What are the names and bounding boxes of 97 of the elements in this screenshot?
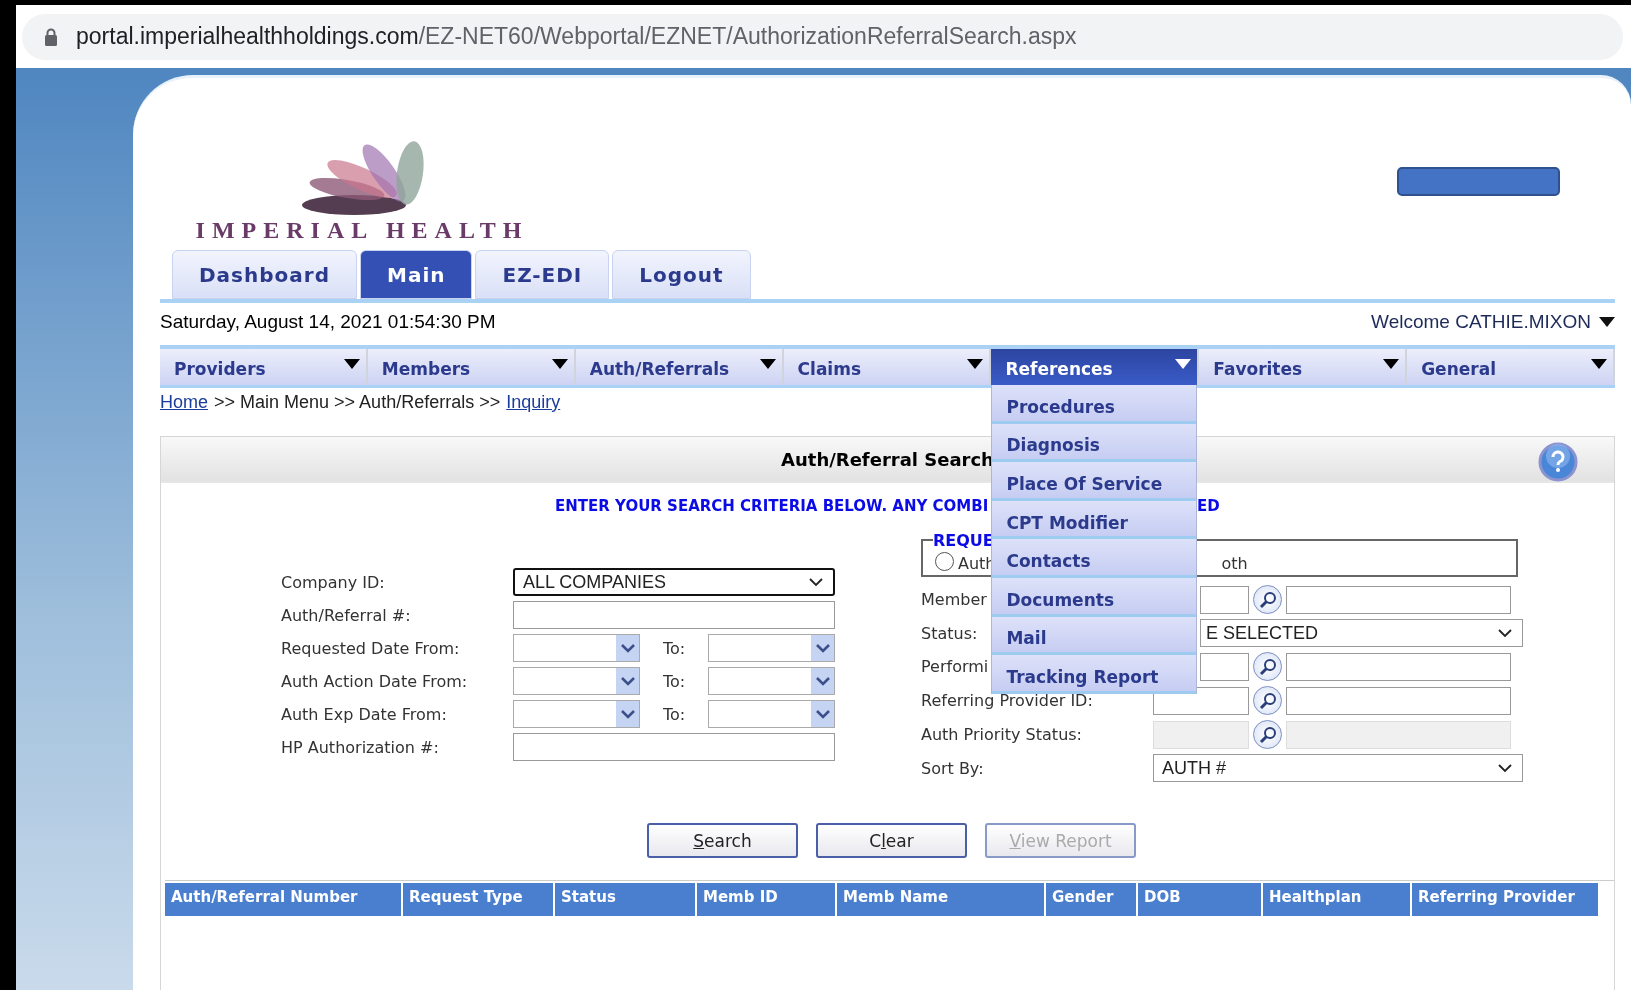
dropdown-item[interactable]: Tracking Report — [992, 655, 1197, 694]
breadcrumb-text: >> Main Menu >> Auth/Referrals >> — [214, 392, 501, 414]
dropdown-item[interactable]: Diagnosis — [992, 423, 1197, 463]
company-select[interactable]: ALL COMPANIES — [513, 568, 835, 596]
input-field[interactable] — [513, 601, 835, 629]
column-header: Memb Name — [837, 883, 1044, 916]
menu-item[interactable]: Members — [367, 349, 574, 385]
action-button[interactable]: Search — [647, 823, 798, 858]
caret-icon — [1599, 317, 1615, 327]
field-label: Requested Date From: — [281, 638, 460, 658]
field-label: Auth Action Date From: — [281, 671, 468, 691]
chevron-down-icon[interactable] — [616, 701, 639, 727]
column-header: Request Type — [403, 883, 553, 916]
field-label: To: — [661, 704, 687, 724]
date-field[interactable] — [708, 667, 835, 695]
caret-icon — [1591, 359, 1607, 369]
search-icon[interactable] — [1253, 585, 1282, 614]
dropdown-select[interactable]: E SELECTED — [1200, 619, 1523, 647]
dropdown-item[interactable]: Contacts — [992, 539, 1197, 578]
caret-icon — [1175, 359, 1192, 369]
dropdown-item[interactable]: Procedures — [992, 385, 1197, 424]
menu-item[interactable]: Auth/Referrals — [575, 349, 782, 385]
column-header: Referring Provider — [1412, 883, 1598, 916]
chevron-down-icon[interactable] — [616, 635, 639, 661]
column-header: Auth/Referral Number — [165, 883, 401, 916]
date-time: Saturday, August 14, 2021 01:54:30 PM — [160, 311, 496, 333]
menu-item[interactable]: Providers — [160, 349, 366, 385]
search-icon[interactable] — [1253, 720, 1282, 749]
caret-icon — [1383, 359, 1400, 369]
dropdown-item[interactable]: Documents — [992, 577, 1197, 617]
instruction-text: ED — [1197, 497, 1220, 517]
column-header: DOB — [1138, 883, 1261, 916]
field-label: Status: — [921, 623, 978, 643]
field-label: To: — [661, 638, 687, 658]
column-header: Healthplan — [1263, 883, 1410, 916]
column-header: Memb ID — [697, 883, 835, 916]
panel-title: Auth/Referral Search — [781, 448, 994, 470]
input-field[interactable] — [513, 733, 835, 761]
dropdown-select[interactable]: AUTH # — [1153, 754, 1523, 782]
name-field[interactable] — [1286, 585, 1511, 614]
lock-icon — [44, 27, 58, 46]
menu-item[interactable]: Claims — [783, 349, 990, 385]
blank-button[interactable] — [1397, 167, 1560, 196]
field-label: Referring Provider ID: — [921, 691, 1093, 710]
field-label: Auth Exp Date From: — [281, 704, 447, 724]
field-label: Auth/Referral #: — [281, 605, 411, 625]
column-header: Gender — [1046, 883, 1136, 916]
action-button[interactable]: Clear — [816, 823, 967, 858]
chevron-down-icon — [809, 577, 823, 587]
field-label: To: — [661, 671, 687, 691]
id-field[interactable] — [1200, 652, 1249, 681]
id-field[interactable] — [1200, 585, 1249, 614]
search-icon[interactable] — [1253, 652, 1282, 681]
chevron-down-icon — [1498, 628, 1512, 638]
field-label: HP Authorization #: — [281, 737, 439, 757]
search-icon[interactable] — [1253, 686, 1282, 715]
dropdown-item[interactable]: CPT Modifier — [992, 500, 1197, 540]
nav-tab[interactable]: Main — [360, 250, 473, 299]
date-field[interactable] — [513, 700, 640, 728]
chevron-down-icon[interactable] — [811, 668, 834, 694]
welcome-menu[interactable]: Welcome CATHIE.MIXON — [1371, 311, 1615, 333]
group-legend: REQUE — [933, 531, 994, 550]
caret-icon — [759, 359, 776, 369]
help-icon[interactable] — [1538, 442, 1578, 482]
field-label: Auth Priority Status: — [921, 725, 1082, 744]
field-label: Sort By: — [921, 758, 984, 778]
date-field[interactable] — [708, 700, 835, 728]
caret-icon — [967, 359, 984, 369]
breadcrumb-link[interactable]: Inquiry — [506, 392, 561, 436]
menu-item[interactable]: General — [1407, 349, 1613, 385]
radio-button[interactable] — [935, 551, 954, 571]
chevron-down-icon — [1498, 763, 1512, 773]
chevron-down-icon[interactable] — [811, 701, 834, 727]
chevron-down-icon[interactable] — [616, 668, 639, 694]
dropdown-item[interactable]: Mail — [992, 616, 1197, 656]
logo-text: IMPERIAL HEALTH — [195, 217, 529, 244]
column-header: Status — [555, 883, 695, 916]
nav-tab[interactable]: Logout — [612, 250, 751, 299]
dropdown-item[interactable]: Place Of Service — [992, 462, 1197, 501]
name-field[interactable] — [1286, 686, 1511, 715]
caret-icon — [343, 359, 360, 369]
caret-icon — [551, 359, 568, 369]
menu-item[interactable]: Favorites — [1199, 349, 1406, 385]
nav-tab[interactable]: EZ-EDI — [475, 250, 610, 299]
field-label: Performi — [921, 657, 989, 676]
field-label: Company ID: — [281, 572, 385, 592]
date-field[interactable] — [708, 634, 835, 662]
name-field[interactable] — [1286, 652, 1511, 681]
date-field[interactable] — [513, 667, 640, 695]
radio-label: oth — [1221, 553, 1248, 573]
instruction-text: ENTER YOUR SEARCH CRITERIA BELOW. ANY COMBI — [555, 497, 989, 517]
breadcrumb-link[interactable]: Home — [160, 392, 208, 436]
chevron-down-icon[interactable] — [811, 635, 834, 661]
menu-item[interactable]: References — [991, 349, 1198, 385]
field-label: Member — [921, 590, 987, 609]
date-field[interactable] — [513, 634, 640, 662]
nav-tab[interactable]: Dashboard — [172, 250, 357, 299]
